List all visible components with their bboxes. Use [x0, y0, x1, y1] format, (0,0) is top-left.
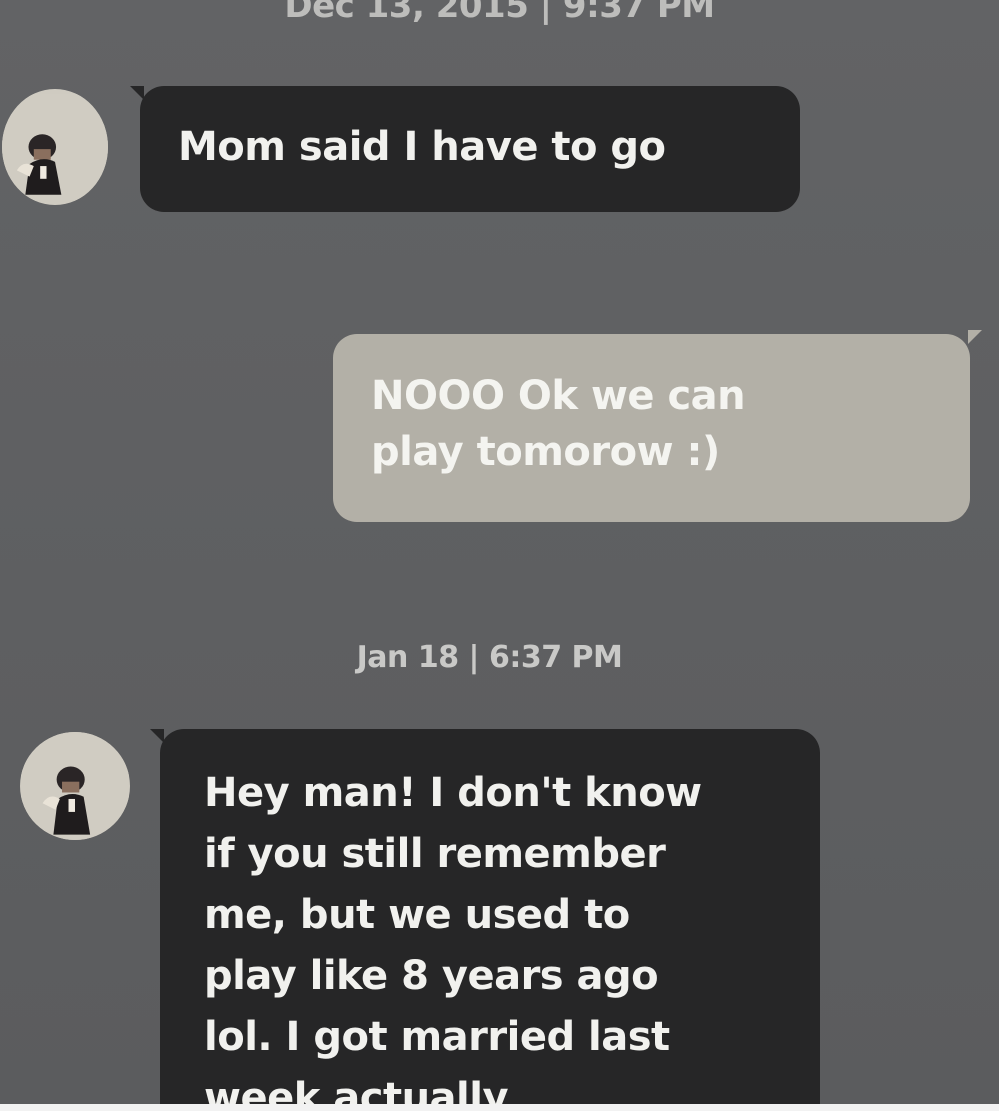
bottom-edge	[0, 1104, 999, 1111]
avatar-icon[interactable]	[20, 732, 130, 840]
incoming-message-bubble[interactable]: Hey man! I don't know if you still remem…	[160, 729, 820, 1104]
message-text-line: play tomorow :)	[371, 429, 720, 475]
message-text: Mom said I have to go	[178, 124, 666, 170]
timestamp-divider: Jan 18 | 6:37 PM	[356, 640, 623, 675]
message-text-line: week actually	[204, 1075, 509, 1104]
message-text-line: lol. I got married last	[204, 1014, 670, 1060]
chat-screen: Dec 13, 2015 | 9:37 PM Mom said I have t…	[0, 0, 999, 1104]
bubble-tail	[968, 330, 982, 344]
avatar-figure	[21, 732, 129, 840]
avatar-icon[interactable]	[2, 89, 108, 205]
timestamp-divider: Dec 13, 2015 | 9:37 PM	[284, 0, 715, 26]
message-text-line: if you still remember	[204, 831, 666, 877]
message-text-line: me, but we used to	[204, 892, 630, 938]
avatar-figure	[2, 94, 108, 200]
message-text-line: Hey man! I don't know	[204, 770, 702, 816]
outgoing-message-bubble[interactable]: NOOO Ok we can play tomorow :)	[333, 334, 970, 522]
incoming-message-bubble[interactable]: Mom said I have to go	[140, 86, 800, 212]
message-text-line: NOOO Ok we can	[371, 373, 746, 419]
message-text-line: play like 8 years ago	[204, 953, 659, 999]
